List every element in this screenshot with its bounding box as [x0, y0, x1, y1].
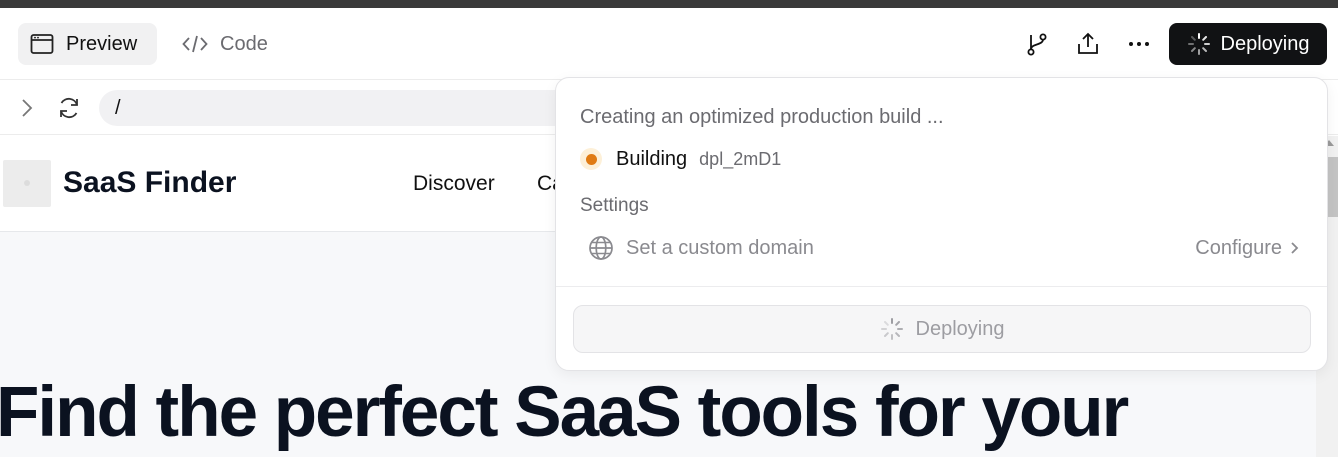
tab-preview[interactable]: Preview [18, 23, 157, 65]
popover-divider [556, 286, 1327, 287]
window-top-strip [0, 0, 1338, 8]
browser-window-icon [30, 34, 54, 54]
logo-placeholder-icon [24, 180, 30, 186]
popover-deploy-button[interactable]: Deploying [573, 305, 1311, 353]
scrollbar-thumb[interactable] [1327, 157, 1338, 217]
deploy-button-label: Deploying [1220, 32, 1310, 55]
globe-icon [589, 236, 613, 260]
tab-code[interactable]: Code [170, 23, 282, 65]
build-state: Building [616, 147, 688, 170]
share-button[interactable] [1074, 30, 1102, 58]
git-branch-icon [1027, 33, 1047, 56]
custom-domain-text: Set a custom domain [626, 236, 814, 259]
tab-code-label: Code [220, 32, 268, 55]
popover-deploy-label: Deploying [915, 317, 1005, 340]
more-button[interactable] [1125, 30, 1153, 58]
configure-label: Configure [1195, 236, 1282, 259]
build-row: Building dpl_2mD1 [580, 146, 781, 172]
toolbar: Preview Code Deploying [0, 8, 1338, 80]
url-path: / [115, 96, 121, 119]
build-id: dpl_2mD1 [699, 148, 782, 169]
code-icon [182, 35, 208, 53]
git-branch-button[interactable] [1023, 30, 1051, 58]
forward-icon[interactable] [16, 96, 38, 120]
spinner-icon [880, 318, 903, 340]
spinner-icon [1187, 33, 1210, 55]
reload-icon[interactable] [56, 95, 82, 121]
deploy-button[interactable]: Deploying [1169, 23, 1327, 65]
deploy-status-text: Creating an optimized production build .… [580, 106, 944, 128]
configure-link[interactable]: Configure [1195, 237, 1300, 260]
deploy-popover: Creating an optimized production build .… [555, 77, 1328, 371]
settings-heading: Settings [580, 195, 649, 216]
site-title[interactable]: SaaS Finder [63, 166, 236, 200]
hero-heading: Find the perfect SaaS tools for your [0, 373, 1129, 452]
chevron-right-icon [1291, 242, 1299, 254]
nav-link-discover[interactable]: Discover [413, 172, 495, 196]
site-logo[interactable] [3, 160, 51, 207]
building-status-dot [580, 148, 602, 170]
custom-domain-row[interactable]: Set a custom domain Configure [588, 234, 1300, 262]
tab-preview-label: Preview [66, 32, 138, 55]
more-icon [1129, 42, 1149, 46]
share-icon [1078, 32, 1098, 54]
